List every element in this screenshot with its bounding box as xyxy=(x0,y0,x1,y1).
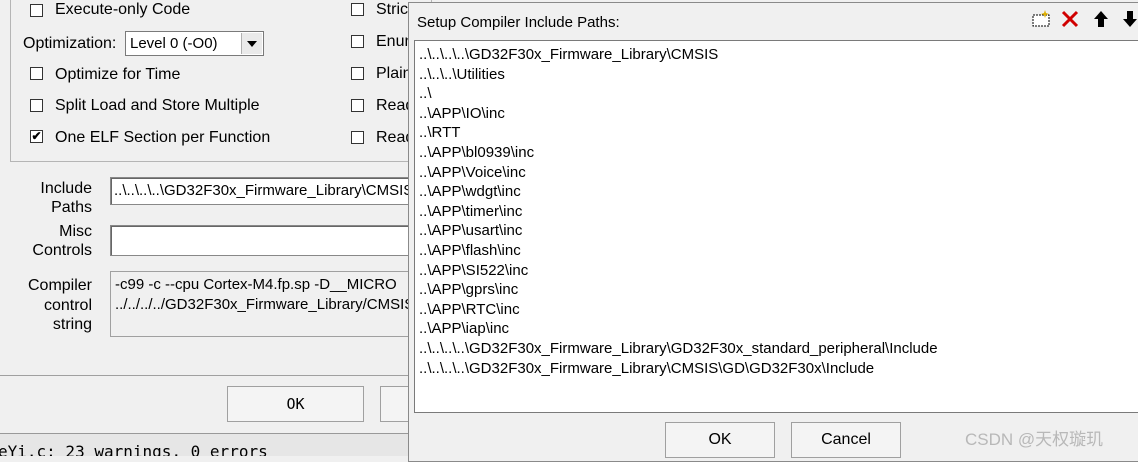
one-elf-section-label: One ELF Section per Function xyxy=(55,129,271,146)
delete-x-icon[interactable] xyxy=(1058,8,1082,32)
read-checkbox-2[interactable] xyxy=(351,131,364,144)
move-down-icon[interactable] xyxy=(1118,8,1138,32)
include-path-item[interactable]: ..\APP\wdgt\inc xyxy=(419,182,1138,202)
separator-line xyxy=(0,375,420,376)
move-up-icon[interactable] xyxy=(1089,8,1113,32)
include-path-item[interactable]: ..\APP\gprs\inc xyxy=(419,280,1138,300)
include-path-list[interactable]: ..\..\..\..\GD32F30x_Firmware_Library\CM… xyxy=(414,40,1138,413)
execute-only-label: Execute-only Code xyxy=(55,1,191,18)
strict-checkbox[interactable] xyxy=(351,3,364,16)
optimization-value: Level 0 (-O0) xyxy=(130,35,218,52)
include-paths-dialog: Setup Compiler Include Paths: ..\..\..\.… xyxy=(408,2,1138,462)
include-path-item[interactable]: ..\..\..\..\GD32F30x_Firmware_Library\CM… xyxy=(419,45,1138,65)
optimization-label: Optimization: xyxy=(23,35,117,52)
include-paths-label: Include Paths xyxy=(40,180,92,216)
include-path-item[interactable]: ..\APP\timer\inc xyxy=(419,202,1138,222)
read-checkbox-1[interactable] xyxy=(351,99,364,112)
split-load-store-label: Split Load and Store Multiple xyxy=(55,97,260,114)
compiler-control-string: -c99 -c --cpu Cortex-M4.fp.sp -D__MICRO … xyxy=(110,271,420,337)
misc-controls-label: Misc Controls xyxy=(32,223,92,259)
compiler-control-line2: ../../../../GD32F30x_Firmware_Library/CM… xyxy=(115,296,415,313)
include-path-item[interactable]: ..\APP\IO\inc xyxy=(419,104,1138,124)
include-path-item[interactable]: ..\APP\RTC\inc xyxy=(419,300,1138,320)
dialog-cancel-button[interactable]: Cancel xyxy=(791,422,901,458)
dialog-ok-button[interactable]: OK xyxy=(665,422,775,458)
one-elf-section-checkbox[interactable]: ✔ xyxy=(30,130,43,143)
execute-only-checkbox[interactable] xyxy=(30,4,43,17)
include-path-item[interactable]: ..\..\..\Utilities xyxy=(419,65,1138,85)
main-ok-button[interactable]: OK xyxy=(227,386,364,422)
optimize-for-time-checkbox[interactable] xyxy=(30,67,43,80)
chevron-down-icon xyxy=(247,41,257,47)
optimize-for-time-label: Optimize for Time xyxy=(55,66,181,83)
dropdown-button[interactable] xyxy=(241,33,262,54)
enum-checkbox[interactable] xyxy=(351,35,364,48)
plain-label: Plain xyxy=(376,65,412,82)
optimization-select[interactable]: Level 0 (-O0) xyxy=(125,31,264,56)
new-folder-icon[interactable] xyxy=(1029,8,1053,32)
misc-controls-input[interactable] xyxy=(110,225,420,256)
include-path-item[interactable]: ..\APP\iap\inc xyxy=(419,319,1138,339)
include-path-item[interactable]: ..\APP\Voice\inc xyxy=(419,163,1138,183)
include-path-item[interactable]: ..\APP\usart\inc xyxy=(419,221,1138,241)
compiler-control-line1: -c99 -c --cpu Cortex-M4.fp.sp -D__MICRO xyxy=(115,276,397,293)
include-path-item[interactable]: ..\APP\SI522\inc xyxy=(419,261,1138,281)
plain-checkbox[interactable] xyxy=(351,67,364,80)
include-path-item[interactable]: ..\APP\flash\inc xyxy=(419,241,1138,261)
include-path-item[interactable]: ..\..\..\..\GD32F30x_Firmware_Library\GD… xyxy=(419,339,1138,359)
checkmark-icon: ✔ xyxy=(31,129,42,143)
strict-label: Strict xyxy=(376,1,413,18)
dialog-title: Setup Compiler Include Paths: xyxy=(417,14,620,31)
compiler-control-label: Compiler control string xyxy=(27,277,92,333)
include-paths-input[interactable]: ..\..\..\..\GD32F30x_Firmware_Library\CM… xyxy=(110,177,420,205)
include-path-item[interactable]: ..\ xyxy=(419,84,1138,104)
include-path-item[interactable]: ..\APP\bl0939\inc xyxy=(419,143,1138,163)
build-output-text: eYi.c: 23 warnings, 0 errors xyxy=(0,442,268,456)
build-output-panel: eYi.c: 23 warnings, 0 errors xyxy=(0,433,420,456)
include-path-item[interactable]: ..\..\..\..\GD32F30x_Firmware_Library\CM… xyxy=(419,359,1138,379)
watermark-text: CSDN @天权璇玑 xyxy=(965,430,1104,449)
split-load-store-checkbox[interactable] xyxy=(30,99,43,112)
include-path-item[interactable]: ..\RTT xyxy=(419,123,1138,143)
